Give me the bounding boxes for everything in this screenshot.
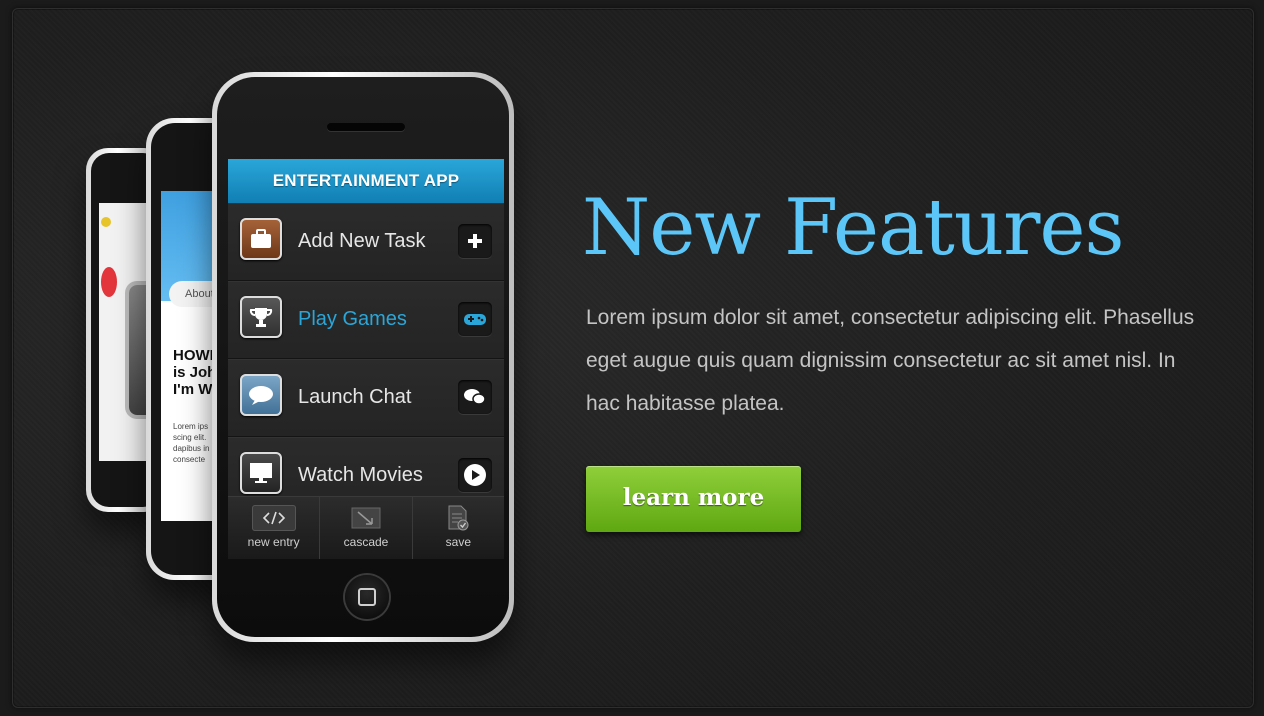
monitor-icon bbox=[240, 452, 282, 494]
tab-new-entry[interactable]: new entry bbox=[228, 497, 321, 559]
learn-more-button[interactable]: learn more bbox=[586, 466, 801, 532]
code-icon bbox=[251, 505, 296, 531]
tab-label: save bbox=[445, 535, 471, 549]
menu-item-label: Play Games bbox=[298, 308, 407, 330]
tab-label: new entry bbox=[247, 535, 300, 549]
tab-save[interactable]: save bbox=[413, 497, 504, 559]
menu-item-add-new-task[interactable]: Add New Task bbox=[228, 203, 504, 281]
hero-description: Lorem ipsum dolor sit amet, consectetur … bbox=[586, 306, 1195, 415]
cascade-icon bbox=[344, 505, 388, 531]
phone-main-screen: ENTERTAINMENT APP Add New Task Play Game… bbox=[228, 159, 504, 559]
play-icon[interactable] bbox=[458, 458, 492, 492]
app-title: ENTERTAINMENT APP bbox=[228, 159, 504, 203]
plus-icon[interactable] bbox=[458, 224, 492, 258]
speech-bubble-icon bbox=[240, 374, 282, 416]
tab-bar: new entry cascade save bbox=[228, 496, 504, 559]
tab-label: cascade bbox=[343, 535, 389, 549]
phone-main: ENTERTAINMENT APP Add New Task Play Game… bbox=[212, 72, 514, 642]
chat-icon[interactable] bbox=[458, 380, 492, 414]
menu-item-launch-chat[interactable]: Launch Chat bbox=[228, 359, 504, 437]
briefcase-icon bbox=[240, 218, 282, 260]
gamepad-icon[interactable] bbox=[458, 302, 492, 336]
phone-speaker bbox=[327, 123, 405, 131]
save-document-icon bbox=[436, 505, 480, 531]
menu-item-label: Add New Task bbox=[298, 230, 426, 252]
menu-item-play-games[interactable]: Play Games bbox=[228, 281, 504, 359]
home-button[interactable] bbox=[345, 575, 389, 619]
page-title: New Features bbox=[582, 183, 1125, 273]
tab-cascade[interactable]: cascade bbox=[320, 497, 413, 559]
trophy-icon bbox=[240, 296, 282, 338]
menu-item-label: Launch Chat bbox=[298, 386, 412, 408]
